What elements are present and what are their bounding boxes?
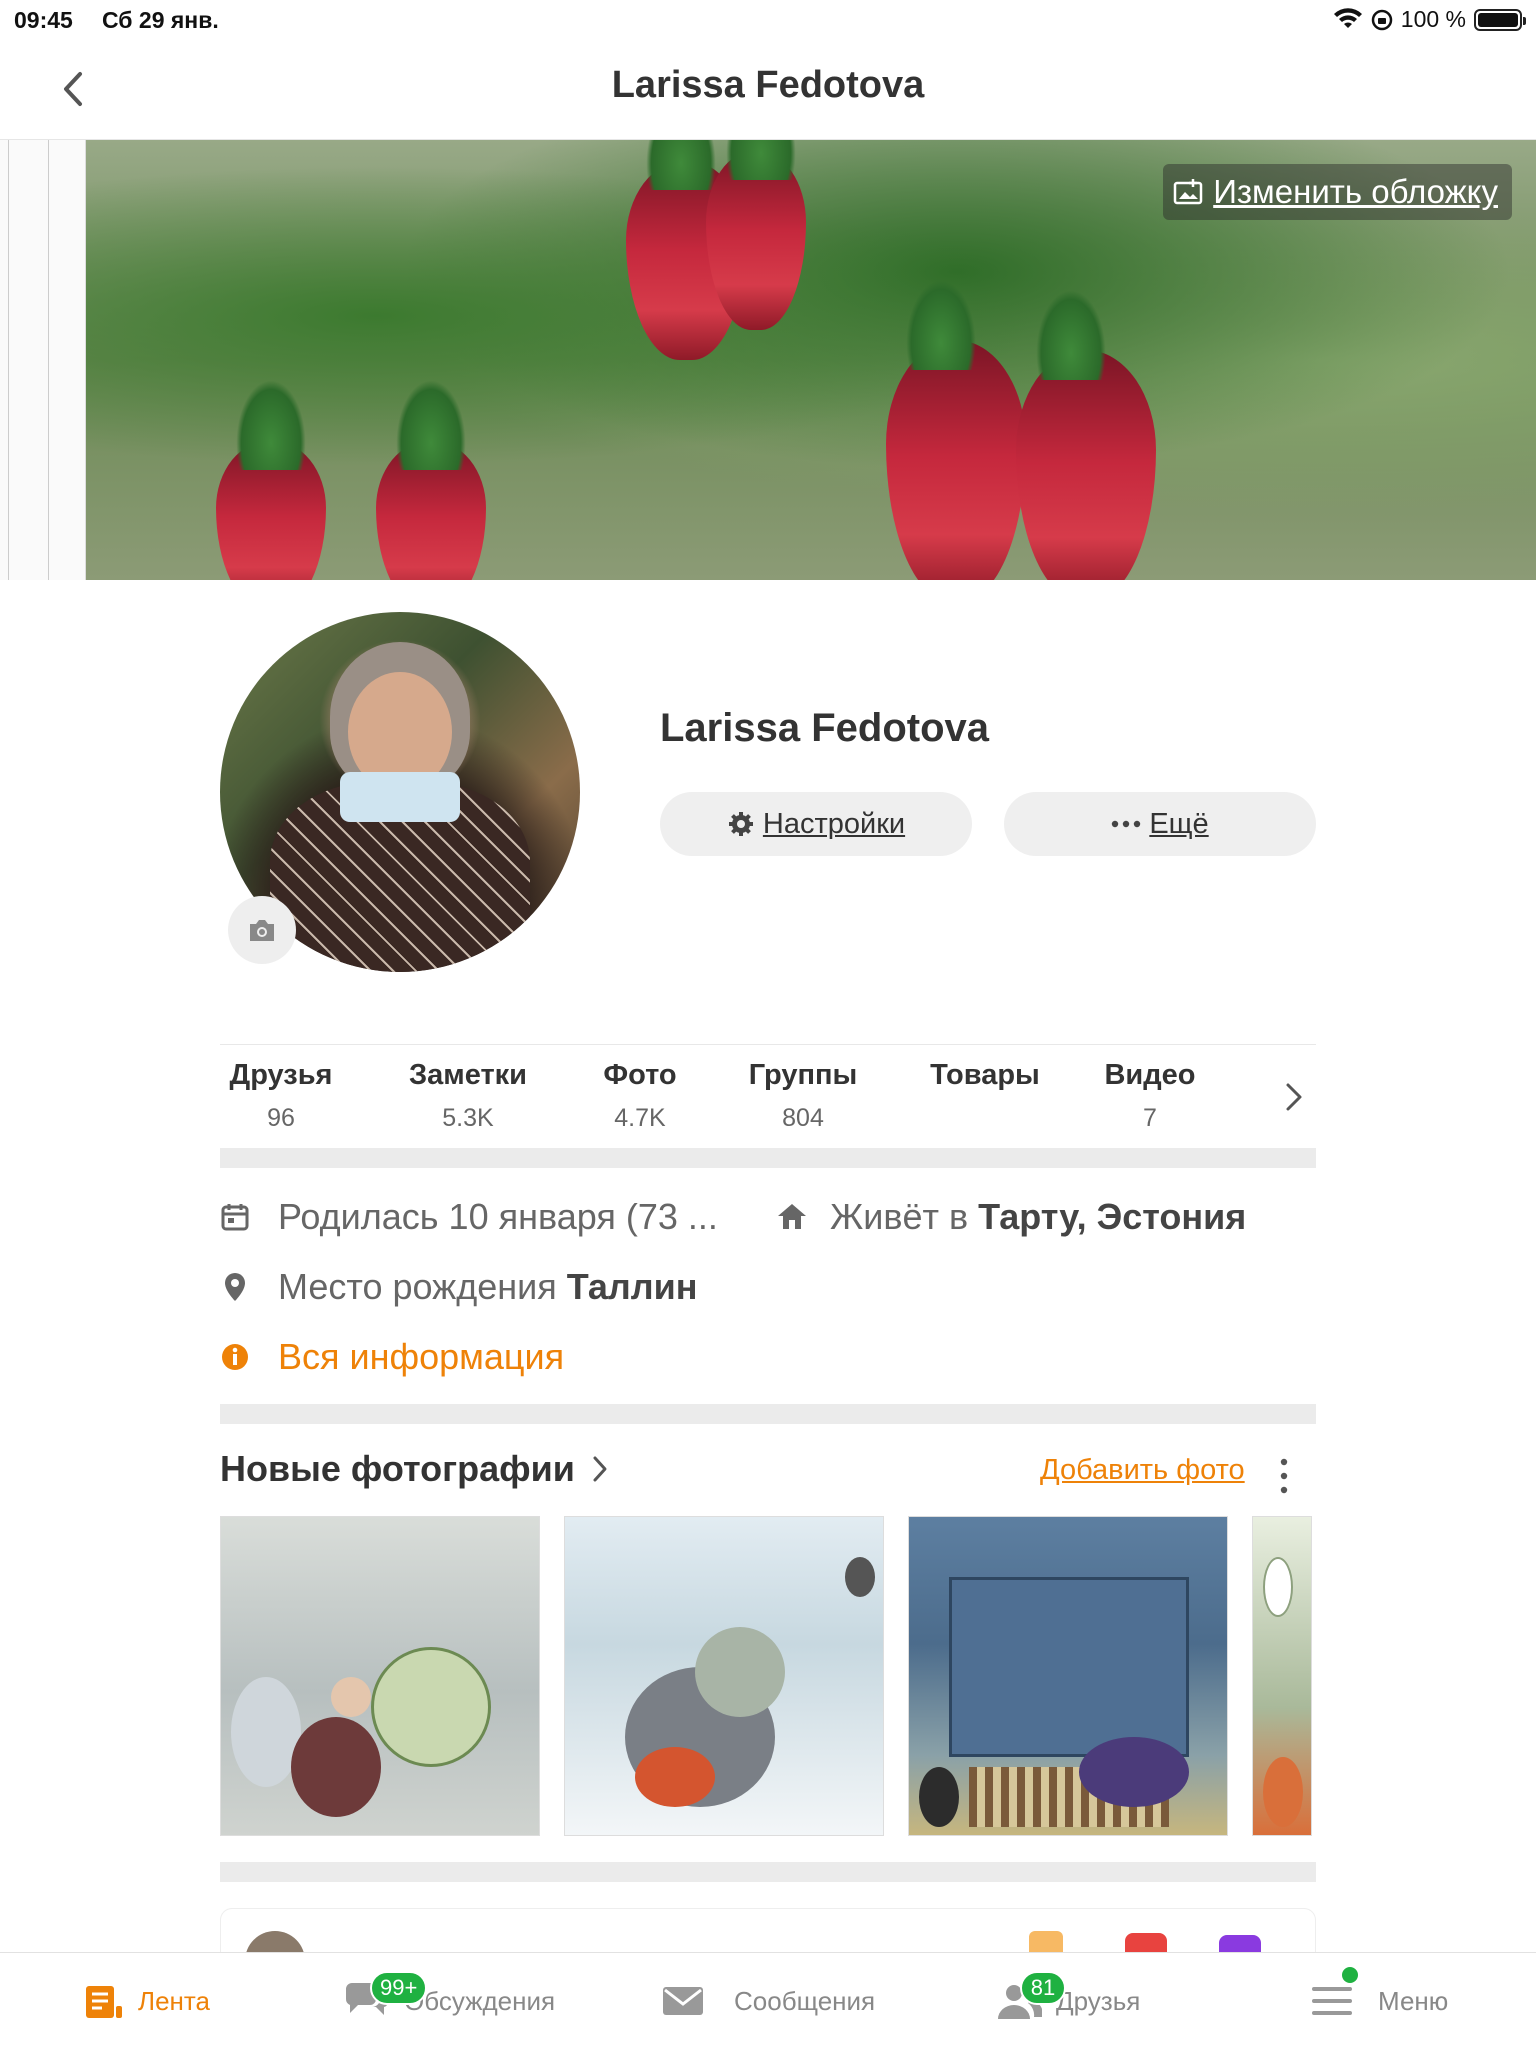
chevron-right-icon[interactable] [1282, 1079, 1306, 1115]
status-date: Сб 29 янв. [102, 7, 219, 33]
info-lives: Живёт в Тарту, Эстония [776, 1196, 1246, 1238]
lives-prefix: Живёт в [830, 1196, 969, 1237]
stat-value: 804 [782, 1104, 824, 1132]
more-button[interactable]: Ещё [1004, 792, 1316, 856]
section-divider [220, 1862, 1316, 1882]
orientation-lock-icon [1371, 9, 1393, 30]
stat-value: 96 [267, 1104, 295, 1132]
wifi-icon [1333, 7, 1362, 28]
location-pin-icon [225, 1273, 245, 1301]
stat-label: Заметки [408, 1059, 528, 1091]
change-cover-button[interactable]: Изменить обложку [1163, 164, 1512, 220]
tab-label: Друзья [1056, 1985, 1141, 2016]
image-edit-icon [1173, 179, 1203, 205]
profile-name: Larissa Fedotova [660, 706, 990, 750]
stat-value: 5.3K [442, 1104, 494, 1132]
feed-icon [86, 1986, 122, 2018]
nav-header: Larissa Fedotova [0, 40, 1536, 140]
add-photo-link[interactable]: Добавить фото [1040, 1454, 1245, 1487]
settings-button[interactable]: Настройки [660, 792, 972, 856]
stat-goods[interactable]: Товары [920, 1059, 1050, 1104]
all-info-label: Вся информация [278, 1336, 565, 1377]
kebab-menu-icon[interactable] [1276, 1456, 1292, 1496]
more-dots-icon [1112, 820, 1141, 828]
camera-icon [250, 920, 274, 941]
tab-feed[interactable]: Лента [84, 1953, 210, 2048]
status-right: 100 % [1333, 6, 1526, 33]
stat-value: 4.7K [614, 1104, 666, 1132]
stat-label: Товары [930, 1059, 1040, 1091]
chevron-right-icon [593, 1456, 607, 1482]
tab-label: Лента [138, 1985, 210, 2016]
home-icon [778, 1204, 806, 1229]
stat-value: 7 [1143, 1104, 1157, 1132]
stat-friends[interactable]: Друзья 96 [226, 1059, 336, 1133]
photo-thumbnail[interactable] [220, 1516, 540, 1836]
friends-badge: 81 [1020, 1971, 1066, 2005]
new-photos-header[interactable]: Новые фотографии [220, 1448, 609, 1490]
menu-notification-dot [1342, 1967, 1358, 1983]
info-birth: Родилась 10 января (73 ... [220, 1196, 718, 1238]
more-label: Ещё [1149, 807, 1209, 840]
gear-icon [728, 812, 753, 836]
stat-video[interactable]: Видео 7 [1100, 1059, 1200, 1133]
menu-icon [1312, 1987, 1352, 2015]
tab-bar: Лента Обсуждения 99+ Сообщения Друзья 81… [0, 1952, 1536, 2048]
battery-percent: 100 % [1400, 6, 1466, 32]
page-title: Larissa Fedotova [611, 64, 925, 106]
info-icon [222, 1344, 248, 1370]
all-info-link[interactable]: Вся информация [220, 1336, 564, 1378]
cover-left-strip [0, 140, 86, 580]
envelope-icon [663, 1987, 703, 2015]
tab-messages[interactable]: Сообщения [662, 1953, 875, 2048]
tab-label: Сообщения [734, 1985, 876, 2016]
stat-notes[interactable]: Заметки 5.3K [398, 1059, 538, 1133]
birthplace-value: Таллин [566, 1266, 698, 1307]
stat-photos[interactable]: Фото 4.7K [590, 1059, 690, 1133]
calendar-icon [221, 1204, 249, 1231]
battery-icon [1474, 8, 1526, 31]
new-photos-title: Новые фотографии [220, 1448, 575, 1489]
lives-place: Тарту, Эстония [978, 1196, 1247, 1237]
birthplace-prefix: Место рождения [278, 1266, 557, 1307]
info-birthplace: Место рождения Таллин [220, 1266, 698, 1308]
tab-friends[interactable]: Друзья [994, 1953, 1140, 2048]
stat-groups[interactable]: Группы 804 [738, 1059, 868, 1133]
photo-thumbnail[interactable] [564, 1516, 884, 1836]
section-divider [220, 1148, 1316, 1168]
status-bar: 09:45 Сб 29 янв. 100 % [0, 0, 1536, 40]
tab-discussions[interactable]: Обсуждения [342, 1953, 555, 2048]
avatar-container [220, 612, 580, 972]
section-divider [220, 1404, 1316, 1424]
change-avatar-button[interactable] [228, 896, 296, 964]
birth-text: Родилась 10 января (73 ... [278, 1196, 718, 1237]
stat-label: Группы [748, 1059, 858, 1091]
stat-label: Фото [603, 1059, 677, 1091]
cover-image: Изменить обложку [0, 140, 1536, 580]
settings-label: Настройки [762, 807, 906, 840]
tab-menu[interactable]: Меню [1312, 1953, 1448, 2048]
change-cover-label: Изменить обложку [1213, 173, 1498, 210]
photo-thumbnail[interactable] [1252, 1516, 1312, 1836]
photo-thumbnail[interactable] [908, 1516, 1228, 1836]
discussions-badge: 99+ [370, 1971, 428, 2005]
status-time: 09:45 [14, 7, 73, 33]
profile-stats: Друзья 96 Заметки 5.3K Фото 4.7K Группы … [220, 1044, 1316, 1148]
tab-label: Меню [1378, 1985, 1449, 2016]
stat-label: Видео [1104, 1059, 1196, 1091]
stat-label: Друзья [229, 1059, 333, 1091]
